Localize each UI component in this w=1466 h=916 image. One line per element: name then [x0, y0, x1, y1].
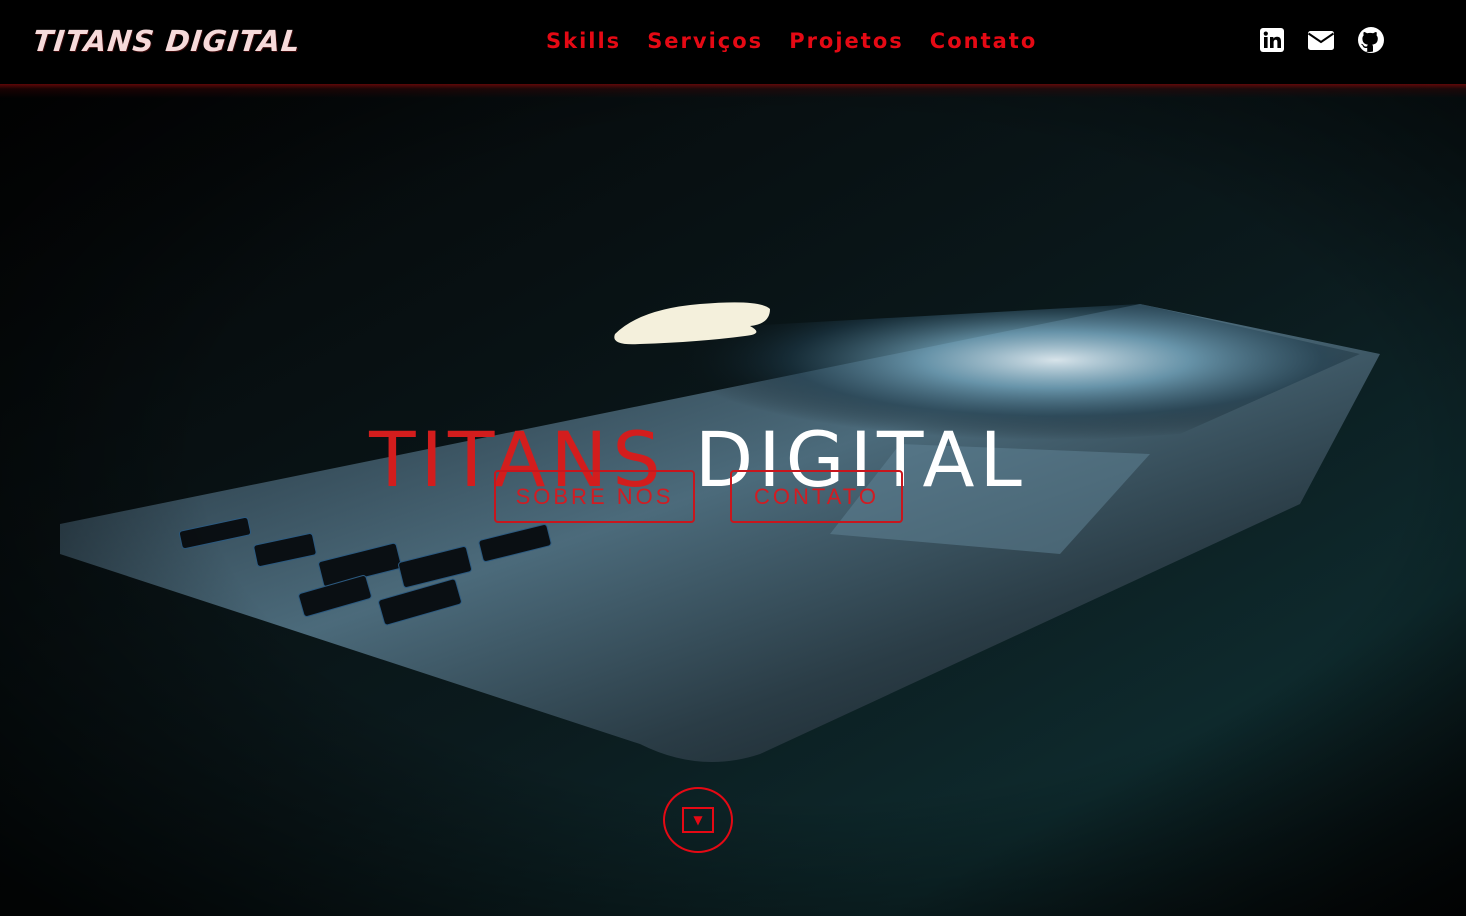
caret-down-glyph: ▼ — [693, 813, 703, 827]
page: TITANS DIGITAL Skills Serviços Projetos … — [0, 0, 1466, 916]
hero-buttons: SOBRE NOS CONTATO — [494, 470, 903, 523]
brand-logo[interactable]: TITANS DIGITAL — [31, 24, 302, 58]
hero-section: TITANS DIGITAL SOBRE NOS CONTATO ▼ — [0, 84, 1466, 916]
nav-link-projetos[interactable]: Projetos — [789, 29, 904, 53]
navbar: TITANS DIGITAL Skills Serviços Projetos … — [0, 0, 1466, 84]
envelope-icon[interactable] — [1307, 27, 1335, 53]
nav-link-skills[interactable]: Skills — [546, 29, 621, 53]
scroll-down-button[interactable]: ▼ — [663, 787, 733, 853]
caret-down-square-icon: ▼ — [682, 807, 714, 833]
social-links — [1259, 26, 1385, 54]
about-button[interactable]: SOBRE NOS — [494, 470, 695, 523]
nav-link-servicos[interactable]: Serviços — [647, 29, 763, 53]
linkedin-icon[interactable] — [1259, 27, 1285, 53]
main-nav: Skills Serviços Projetos Contato — [546, 29, 1037, 53]
contact-button[interactable]: CONTATO — [730, 470, 903, 523]
nav-link-contato[interactable]: Contato — [930, 29, 1037, 53]
github-icon[interactable] — [1357, 26, 1385, 54]
navbar-glow — [0, 84, 1466, 98]
